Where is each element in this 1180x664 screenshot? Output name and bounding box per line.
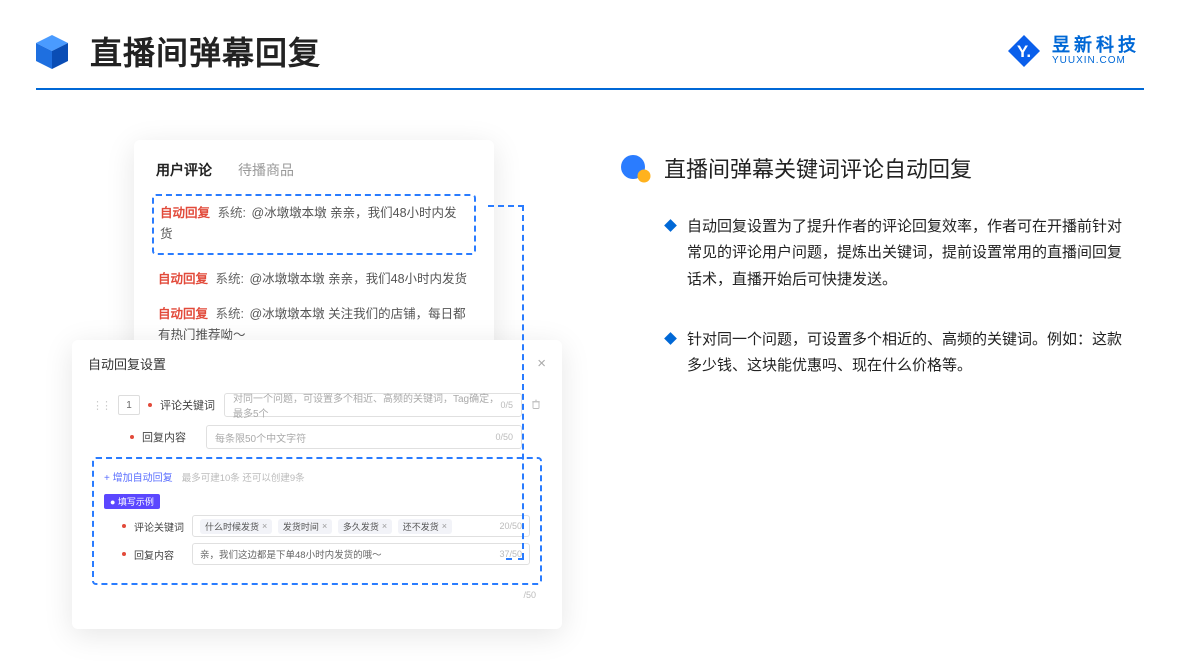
placeholder-text: 每条限50个中文字符 bbox=[215, 430, 306, 445]
auto-reply-tag: 自动回复 bbox=[160, 206, 210, 220]
example-badge: ● 填写示例 bbox=[104, 494, 160, 509]
placeholder-text: 对同一个问题，可设置多个相近、高频的关键词，Tag确定，最多5个 bbox=[233, 390, 500, 420]
keyword-tag[interactable]: 发货时间× bbox=[278, 519, 332, 534]
keyword-tag[interactable]: 多久发货× bbox=[338, 519, 392, 534]
tab-pending-products[interactable]: 待播商品 bbox=[238, 160, 294, 180]
outer-counter: /50 bbox=[523, 590, 536, 600]
logo-text-cn: 昱新科技 bbox=[1052, 36, 1140, 54]
tab-user-comments[interactable]: 用户评论 bbox=[156, 160, 212, 180]
chat-bubble-icon bbox=[620, 153, 650, 183]
system-prefix: 系统: bbox=[218, 206, 246, 220]
drag-handle-icon[interactable]: ⋮⋮ bbox=[92, 399, 110, 412]
auto-reply-tag: 自动回复 bbox=[158, 307, 208, 321]
order-number: 1 bbox=[118, 395, 140, 415]
keyword-tag[interactable]: 什么时候发货× bbox=[200, 519, 272, 534]
system-prefix: 系统: bbox=[216, 307, 244, 321]
counter: 20/50 bbox=[499, 521, 522, 531]
required-dot bbox=[122, 524, 126, 528]
add-help-text: 最多可建10条 还可以创建9条 bbox=[182, 473, 305, 484]
close-icon[interactable]: × bbox=[537, 355, 546, 372]
example-keyword-input[interactable]: 什么时候发货× 发货时间× 多久发货× 还不发货× 20/50 bbox=[192, 515, 530, 537]
counter: 0/50 bbox=[495, 432, 513, 442]
example-reply-text: 亲，我们这边都是下单48小时内发货的哦～ bbox=[200, 547, 382, 561]
example-box: + 增加自动回复 最多可建10条 还可以创建9条 ● 填写示例 评论关键词 什么… bbox=[92, 457, 542, 585]
tag-remove-icon[interactable]: × bbox=[322, 521, 327, 531]
diamond-bullet-icon bbox=[664, 219, 677, 232]
bullet-text: 针对同一个问题，可设置多个相近的、高频的关键词。例如：这款多少钱、这块能优惠吗、… bbox=[687, 327, 1127, 380]
example-keyword-label: 评论关键词 bbox=[134, 519, 184, 534]
required-dot bbox=[130, 435, 134, 439]
connector-line bbox=[506, 558, 524, 560]
system-prefix: 系统: bbox=[216, 272, 244, 286]
page-title: 直播间弹幕回复 bbox=[90, 28, 321, 74]
tag-remove-icon[interactable]: × bbox=[442, 521, 447, 531]
section-title: 直播间弹幕关键词评论自动回复 bbox=[664, 152, 972, 184]
keyword-label: 评论关键词 bbox=[160, 397, 216, 413]
comment-text: @冰墩墩本墩 亲亲，我们48小时内发货 bbox=[249, 272, 467, 286]
keyword-tag[interactable]: 还不发货× bbox=[398, 519, 452, 534]
tag-remove-icon[interactable]: × bbox=[382, 521, 387, 531]
counter: 0/5 bbox=[500, 400, 513, 410]
auto-reply-tag: 自动回复 bbox=[158, 272, 208, 286]
example-reply-input[interactable]: 亲，我们这边都是下单48小时内发货的哦～ 37/50 bbox=[192, 543, 530, 565]
logo-text-en: YUUXIN.COM bbox=[1052, 56, 1140, 66]
brand-logo: Y. 昱新科技 YUUXIN.COM bbox=[1006, 33, 1140, 69]
required-dot bbox=[148, 403, 152, 407]
connector-line bbox=[488, 205, 524, 207]
trash-icon[interactable] bbox=[530, 398, 542, 413]
add-auto-reply-link[interactable]: + 增加自动回复 bbox=[104, 473, 173, 484]
keyword-input[interactable]: 对同一个问题，可设置多个相近、高频的关键词，Tag确定，最多5个 0/5 bbox=[224, 393, 522, 417]
highlighted-comment: 自动回复 系统: @冰墩墩本墩 亲亲，我们48小时内发货 bbox=[152, 194, 476, 255]
reply-input[interactable]: 每条限50个中文字符 0/50 bbox=[206, 425, 522, 449]
reply-label: 回复内容 bbox=[142, 429, 198, 445]
svg-text:Y.: Y. bbox=[1017, 42, 1031, 61]
cube-icon bbox=[32, 31, 72, 71]
connector-line bbox=[522, 205, 524, 559]
tag-remove-icon[interactable]: × bbox=[262, 521, 267, 531]
diamond-bullet-icon bbox=[664, 332, 677, 345]
settings-card: 自动回复设置 × ⋮⋮ 1 评论关键词 对同一个问题，可设置多个相近、高频的关键… bbox=[72, 340, 562, 629]
bullet-text: 自动回复设置为了提升作者的评论回复效率，作者可在开播前针对常见的评论用户问题，提… bbox=[687, 214, 1127, 293]
settings-title: 自动回复设置 bbox=[88, 354, 166, 373]
required-dot bbox=[122, 552, 126, 556]
example-reply-label: 回复内容 bbox=[134, 547, 184, 562]
